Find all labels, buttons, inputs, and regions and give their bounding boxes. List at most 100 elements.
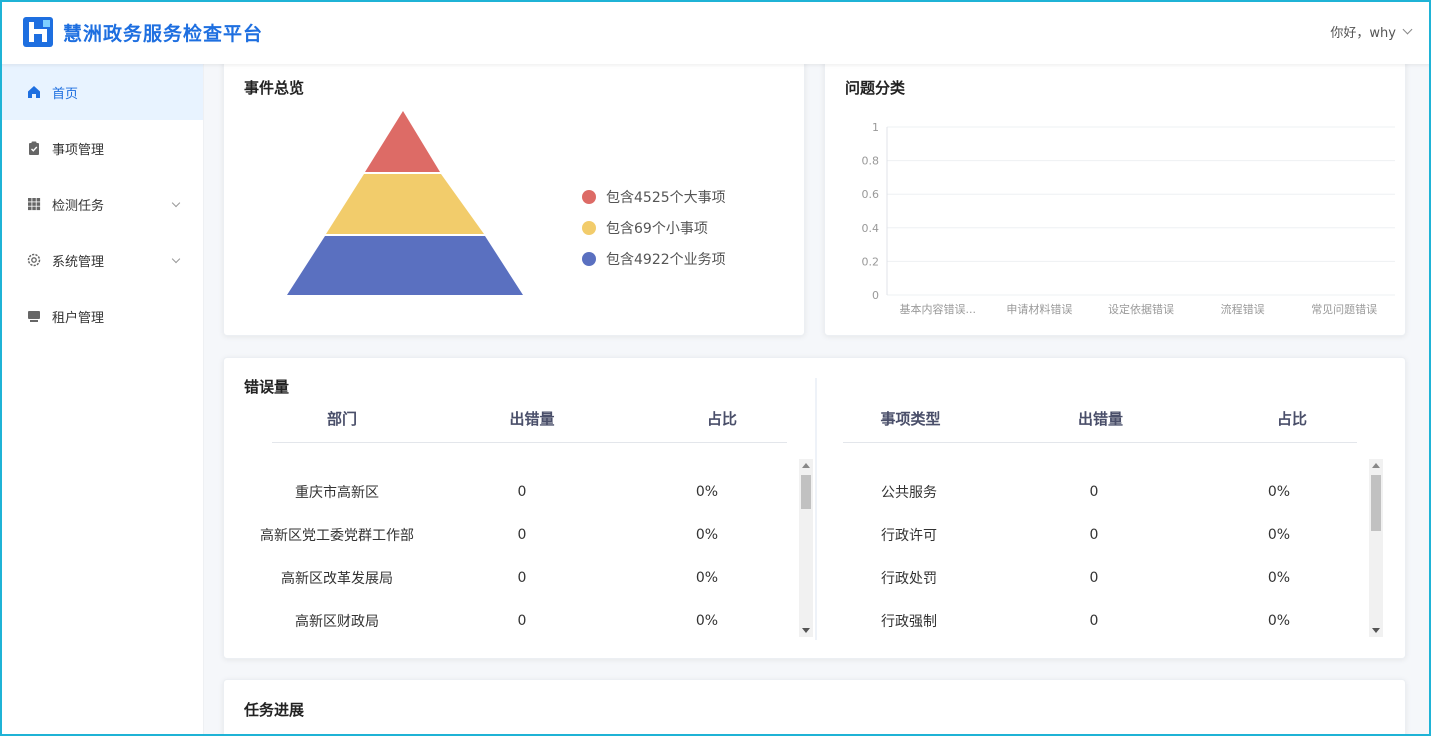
table-row: 高新区党工委党群工作部 0 0% (242, 513, 802, 556)
sidebar-item-detection-tasks[interactable]: 检测任务 (2, 176, 203, 232)
legend-dot (582, 251, 596, 266)
tenant-icon (26, 308, 42, 324)
column-header-item-type: 事项类型 (880, 410, 941, 428)
card-title: 错误量 (244, 378, 290, 396)
column-header-ratio: 占比 (1276, 410, 1307, 428)
scroll-down-arrow[interactable] (1372, 628, 1380, 633)
table-row: 行政强制 0 0% (814, 599, 1374, 642)
home-icon (26, 84, 42, 100)
table-cell: 高新区财政局 (295, 613, 379, 630)
table-row: 行政许可 0 0% (814, 513, 1374, 556)
column-header-error-count: 出错量 (1077, 410, 1123, 428)
table-cell: 0 (1089, 526, 1099, 543)
gear-icon (26, 252, 42, 268)
dept-table-header: 部门 出错量 占比 (272, 395, 787, 443)
legend-label: 包含69个小事项 (606, 220, 708, 237)
scroll-down-arrow[interactable] (802, 628, 810, 633)
table-cell: 0% (1267, 483, 1291, 500)
error-volume-card: 错误量 部门 出错量 占比 重庆市高新区 0 0% 高新区党工委党群工作部 0 … (223, 357, 1406, 659)
y-tick-label: 1 (872, 121, 879, 134)
card-title: 事件总览 (244, 79, 305, 97)
issue-classification-card: 问题分类 0 0.2 0.4 0.6 0.8 1 基本内容错误... 申请材料错误 设定依据错误… (824, 58, 1406, 336)
scroll-thumb[interactable] (801, 475, 811, 509)
table-cell: 行政处罚 (881, 570, 937, 587)
task-progress-card: 任务进展 (223, 679, 1406, 736)
chevron-down-icon (171, 198, 181, 208)
column-header-error-count: 出错量 (509, 410, 555, 428)
pyramid-top-segment (365, 111, 440, 172)
x-tick-label: 流程错误 (1221, 302, 1265, 316)
table-cell: 重庆市高新区 (295, 484, 379, 501)
x-tick-label: 申请材料错误 (1006, 302, 1072, 316)
card-title: 问题分类 (845, 79, 906, 97)
table-cell: 行政强制 (881, 613, 937, 630)
y-tick-label: 0.2 (862, 255, 880, 268)
sidebar-item-system-management[interactable]: 系统管理 (2, 232, 203, 288)
dept-table-scrollbar[interactable] (799, 459, 813, 637)
table-cell: 高新区党工委党群工作部 (260, 527, 414, 544)
scroll-thumb[interactable] (1371, 475, 1381, 531)
clipboard-icon (26, 140, 42, 156)
type-table-scrollbar[interactable] (1369, 459, 1383, 637)
grid-icon (26, 196, 42, 212)
legend-label: 包含4525个大事项 (606, 189, 726, 206)
table-cell: 0 (517, 526, 527, 543)
legend-item: 包含4525个大事项 (582, 181, 726, 212)
app-logo (23, 17, 53, 47)
sidebar-item-label: 租户管理 (52, 310, 105, 326)
scroll-up-arrow[interactable] (802, 463, 810, 468)
table-row: 公共服务 0 0% (814, 470, 1374, 513)
table-cell: 0 (1089, 569, 1099, 586)
sidebar-item-item-management[interactable]: 事项管理 (2, 120, 203, 176)
legend-label: 包含4922个业务项 (606, 251, 726, 268)
x-tick-label: 设定依据错误 (1108, 302, 1174, 316)
table-cell: 0 (517, 569, 527, 586)
user-menu[interactable]: 你好，why (1330, 22, 1413, 41)
sidebar-item-label: 检测任务 (52, 198, 105, 214)
pyramid-legend: 包含4525个大事项 包含69个小事项 包含4922个业务项 (582, 181, 726, 274)
legend-dot (582, 189, 596, 204)
table-cell: 0 (517, 612, 527, 629)
table-cell: 0% (695, 483, 719, 500)
sidebar-item-tenant-management[interactable]: 租户管理 (2, 288, 203, 344)
table-cell: 行政许可 (881, 527, 937, 544)
type-table-header: 事项类型 出错量 占比 (843, 395, 1357, 443)
issue-bar-chart: 0 0.2 0.4 0.6 0.8 1 基本内容错误... 申请材料错误 设定依据错误 流程错误 常… (862, 121, 1395, 316)
table-cell: 0% (1267, 569, 1291, 586)
scroll-up-arrow[interactable] (1372, 463, 1380, 468)
y-tick-label: 0.6 (862, 188, 880, 201)
table-cell: 0 (1089, 612, 1099, 629)
table-cell: 公共服务 (881, 484, 937, 501)
app-title: 慧洲政务服务检查平台 (63, 23, 264, 45)
pyramid-middle-segment (326, 174, 484, 234)
table-row: 高新区财政局 0 0% (242, 599, 802, 642)
sidebar-item-label: 事项管理 (52, 142, 105, 158)
dept-table-body: 重庆市高新区 0 0% 高新区党工委党群工作部 0 0% 高新区改革发展局 0 … (242, 470, 802, 642)
table-cell: 0% (695, 526, 719, 543)
y-tick-label: 0.8 (862, 155, 880, 168)
sidebar-item-home[interactable]: 首页 (2, 64, 203, 120)
table-cell: 高新区改革发展局 (281, 570, 393, 587)
column-header-dept: 部门 (326, 410, 357, 428)
legend-item: 包含69个小事项 (582, 212, 726, 243)
table-cell: 0 (517, 483, 527, 500)
user-greeting: 你好，why (1330, 26, 1396, 41)
legend-item: 包含4922个业务项 (582, 243, 726, 274)
events-overview-card: 事件总览 包含4525个大事项 包含69个小事项 包含4922个业务项 (223, 58, 805, 336)
column-header-ratio: 占比 (706, 410, 737, 428)
sidebar-item-label: 系统管理 (52, 254, 105, 270)
table-cell: 0 (1089, 483, 1099, 500)
top-header: 慧洲政务服务检查平台 你好，why (0, 0, 1431, 64)
type-table-body: 公共服务 0 0% 行政许可 0 0% 行政处罚 0 0% 行政强制 0 0% (814, 470, 1374, 642)
table-row: 高新区改革发展局 0 0% (242, 556, 802, 599)
y-tick-label: 0 (872, 289, 879, 302)
card-title: 任务进展 (244, 701, 305, 719)
table-cell: 0% (1267, 526, 1291, 543)
sidebar: 首页 事项管理 检测任务 系统管理 租户管理 (2, 64, 204, 734)
table-cell: 0% (695, 612, 719, 629)
pyramid-chart (287, 111, 523, 295)
chevron-down-icon (171, 254, 181, 264)
pyramid-bottom-segment (287, 236, 523, 295)
legend-dot (582, 220, 596, 235)
x-tick-label: 常见问题错误 (1311, 302, 1377, 316)
